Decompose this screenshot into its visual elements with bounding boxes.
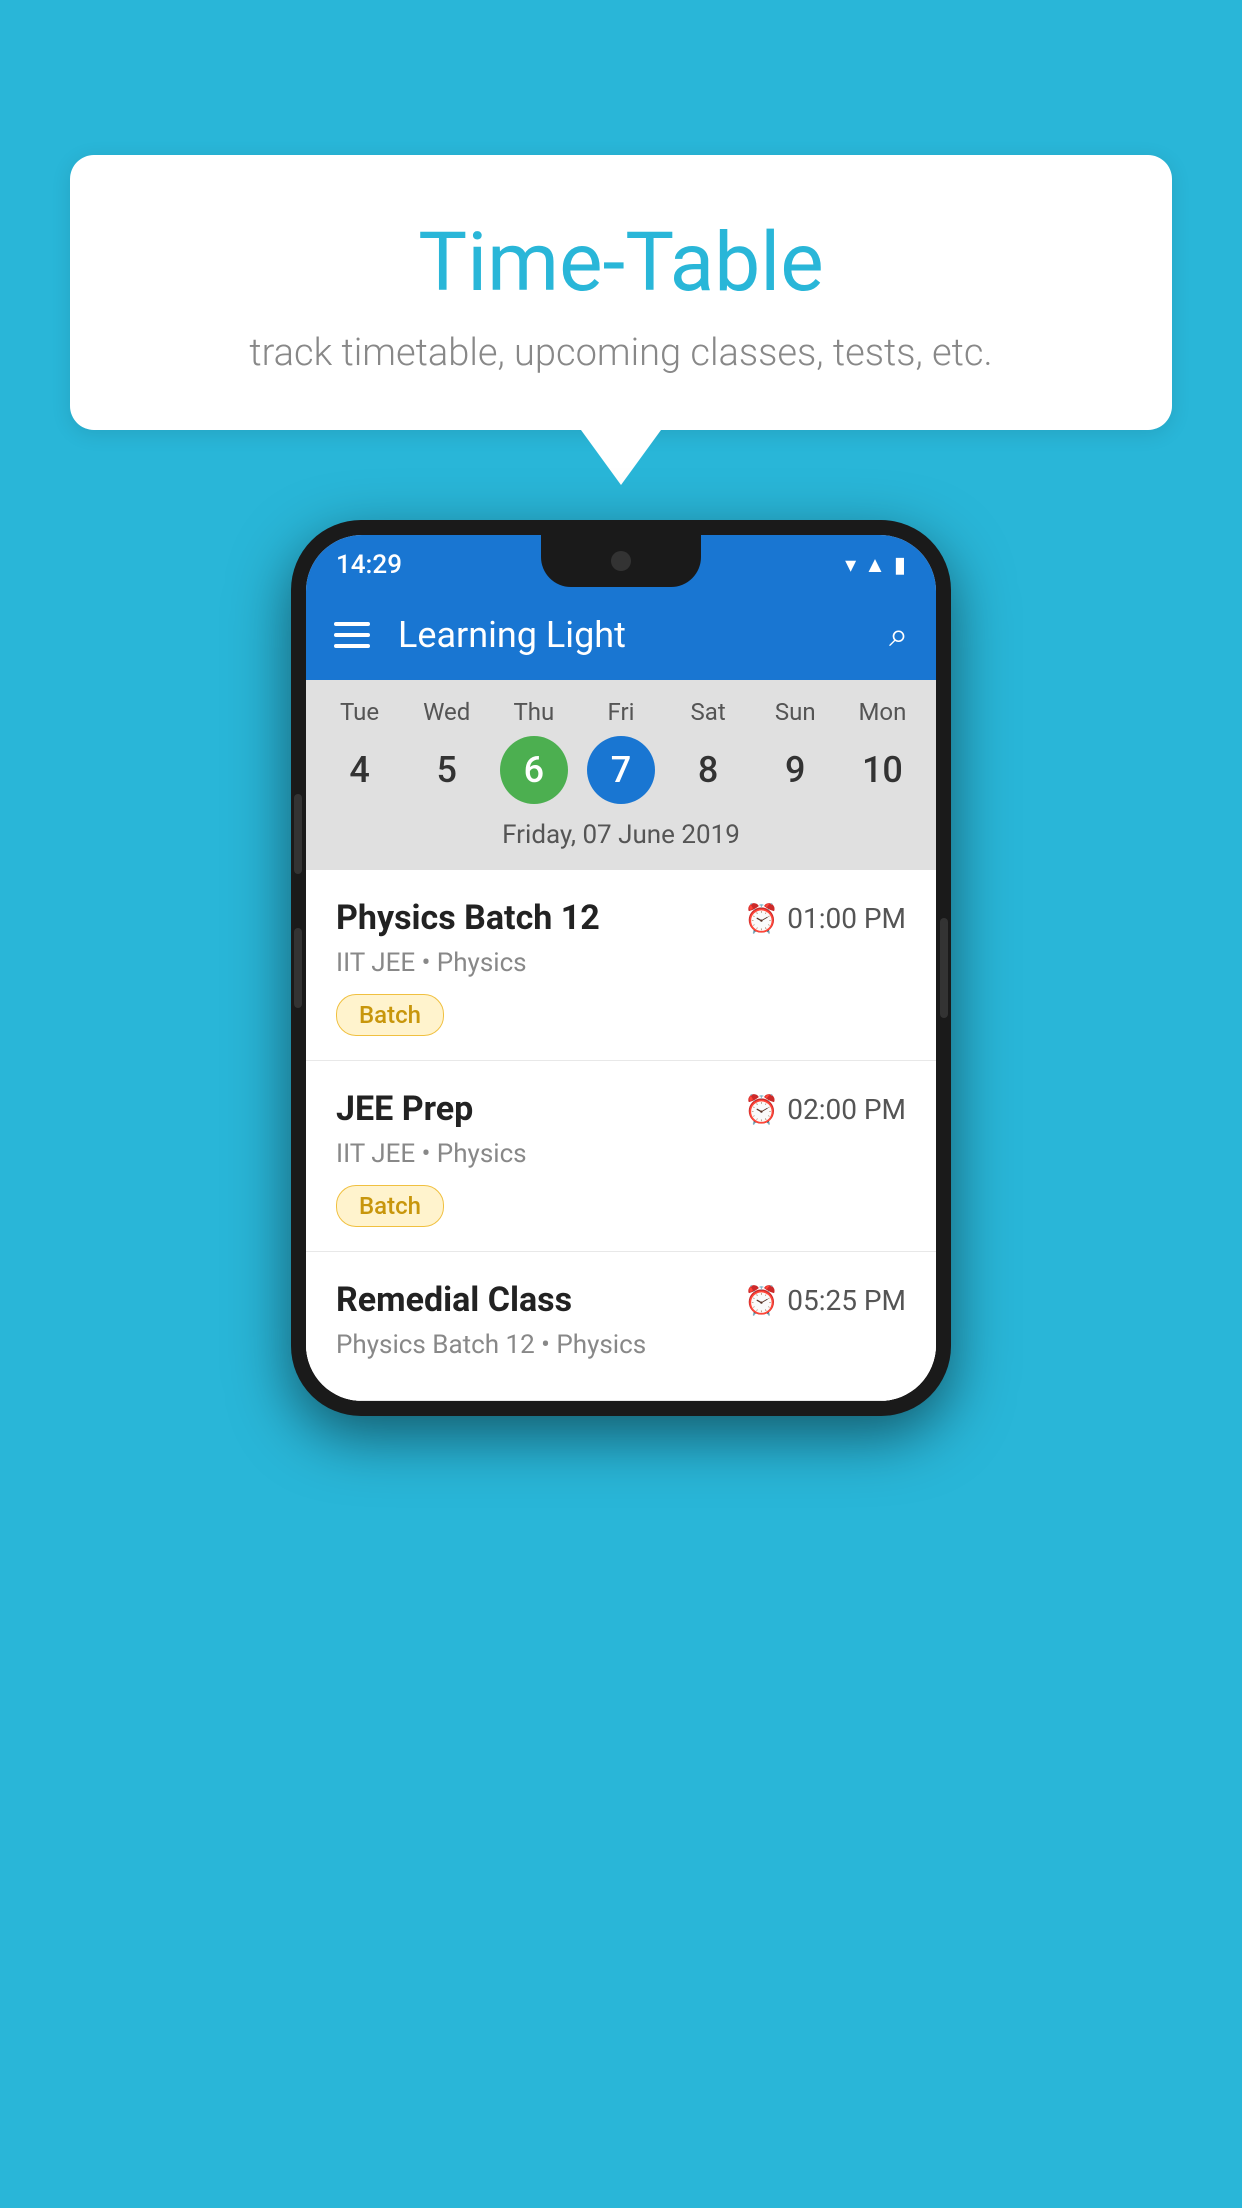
phone-frame: 14:29 ▾ ▲ ▮ Learning Light ⌕ bbox=[291, 520, 951, 1416]
status-time: 14:29 bbox=[336, 550, 402, 580]
day-name: Wed bbox=[423, 698, 470, 726]
day-name: Thu bbox=[513, 698, 554, 726]
phone-mockup: 14:29 ▾ ▲ ▮ Learning Light ⌕ bbox=[291, 520, 951, 1416]
day-name: Fri bbox=[608, 698, 635, 726]
schedule-item-time: ⏰01:00 PM bbox=[744, 902, 906, 935]
schedule-item[interactable]: Physics Batch 12 ⏰01:00 PM IIT JEE • Physi… bbox=[306, 870, 936, 1061]
volume-button-left-up bbox=[294, 794, 302, 874]
day-col[interactable]: Fri 7 bbox=[581, 698, 661, 804]
day-number[interactable]: 6 bbox=[500, 736, 568, 804]
day-name: Tue bbox=[340, 698, 379, 726]
status-icons: ▾ ▲ ▮ bbox=[845, 552, 906, 578]
signal-icon: ▲ bbox=[864, 552, 886, 578]
schedule-item-time: ⏰02:00 PM bbox=[744, 1093, 906, 1126]
schedule-item-title: JEE Prep bbox=[336, 1089, 473, 1129]
day-col[interactable]: Sun 9 bbox=[755, 698, 835, 804]
time-text: 05:25 PM bbox=[787, 1284, 906, 1317]
schedule-item-title: Physics Batch 12 bbox=[336, 898, 600, 938]
day-col[interactable]: Sat 8 bbox=[668, 698, 748, 804]
day-col[interactable]: Wed 5 bbox=[407, 698, 487, 804]
app-title: Learning Light bbox=[398, 614, 861, 656]
week-days-row: Tue 4 Wed 5 Thu 6 Fri 7 Sat 8 Sun 9 Mon 10 bbox=[306, 698, 936, 804]
calendar-header: Tue 4 Wed 5 Thu 6 Fri 7 Sat 8 Sun 9 Mon 10 Friday, 07… bbox=[306, 680, 936, 870]
time-text: 02:00 PM bbox=[787, 1093, 906, 1126]
batch-badge: Batch bbox=[336, 1185, 444, 1227]
day-number[interactable]: 5 bbox=[413, 736, 481, 804]
day-name: Mon bbox=[858, 698, 906, 726]
day-number[interactable]: 10 bbox=[848, 736, 916, 804]
day-col[interactable]: Thu 6 bbox=[494, 698, 574, 804]
front-camera bbox=[611, 551, 631, 571]
time-text: 01:00 PM bbox=[787, 902, 906, 935]
volume-button-left-down bbox=[294, 928, 302, 1008]
app-bar: Learning Light ⌕ bbox=[306, 590, 936, 680]
batch-badge: Batch bbox=[336, 994, 444, 1036]
speech-bubble-title: Time-Table bbox=[120, 215, 1122, 311]
schedule-item-meta: IIT JEE • Physics bbox=[336, 948, 906, 978]
clock-icon: ⏰ bbox=[744, 1093, 779, 1126]
speech-bubble-container: Time-Table track timetable, upcoming cla… bbox=[70, 155, 1172, 485]
clock-icon: ⏰ bbox=[744, 1284, 779, 1317]
wifi-icon: ▾ bbox=[845, 553, 856, 578]
schedule-item-meta: Physics Batch 12 • Physics bbox=[336, 1330, 906, 1360]
day-number[interactable]: 4 bbox=[326, 736, 394, 804]
battery-icon: ▮ bbox=[894, 553, 906, 578]
volume-button-right bbox=[940, 918, 948, 1018]
speech-bubble: Time-Table track timetable, upcoming cla… bbox=[70, 155, 1172, 430]
day-number[interactable]: 7 bbox=[587, 736, 655, 804]
schedule-item[interactable]: JEE Prep ⏰02:00 PM IIT JEE • Physics Batch bbox=[306, 1061, 936, 1252]
phone-screen: 14:29 ▾ ▲ ▮ Learning Light ⌕ bbox=[306, 535, 936, 1401]
day-number[interactable]: 9 bbox=[761, 736, 829, 804]
search-icon[interactable]: ⌕ bbox=[889, 615, 908, 655]
day-name: Sun bbox=[775, 698, 816, 726]
day-number[interactable]: 8 bbox=[674, 736, 742, 804]
schedule-item-time: ⏰05:25 PM bbox=[744, 1284, 906, 1317]
phone-notch bbox=[541, 535, 701, 587]
schedule-item-meta: IIT JEE • Physics bbox=[336, 1139, 906, 1169]
hamburger-menu-icon[interactable] bbox=[334, 622, 370, 648]
schedule-list: Physics Batch 12⏰01:00 PMIIT JEE • Physi… bbox=[306, 870, 936, 1401]
clock-icon: ⏰ bbox=[744, 902, 779, 935]
day-name: Sat bbox=[691, 698, 726, 726]
speech-bubble-arrow bbox=[581, 430, 661, 485]
speech-bubble-subtitle: track timetable, upcoming classes, tests… bbox=[120, 331, 1122, 375]
day-col[interactable]: Tue 4 bbox=[320, 698, 400, 804]
selected-date-label: Friday, 07 June 2019 bbox=[306, 804, 936, 870]
day-col[interactable]: Mon 10 bbox=[842, 698, 922, 804]
schedule-item[interactable]: Remedial Class ⏰05:25 PM Physics Batch 12 … bbox=[306, 1252, 936, 1401]
schedule-item-title: Remedial Class bbox=[336, 1280, 572, 1320]
